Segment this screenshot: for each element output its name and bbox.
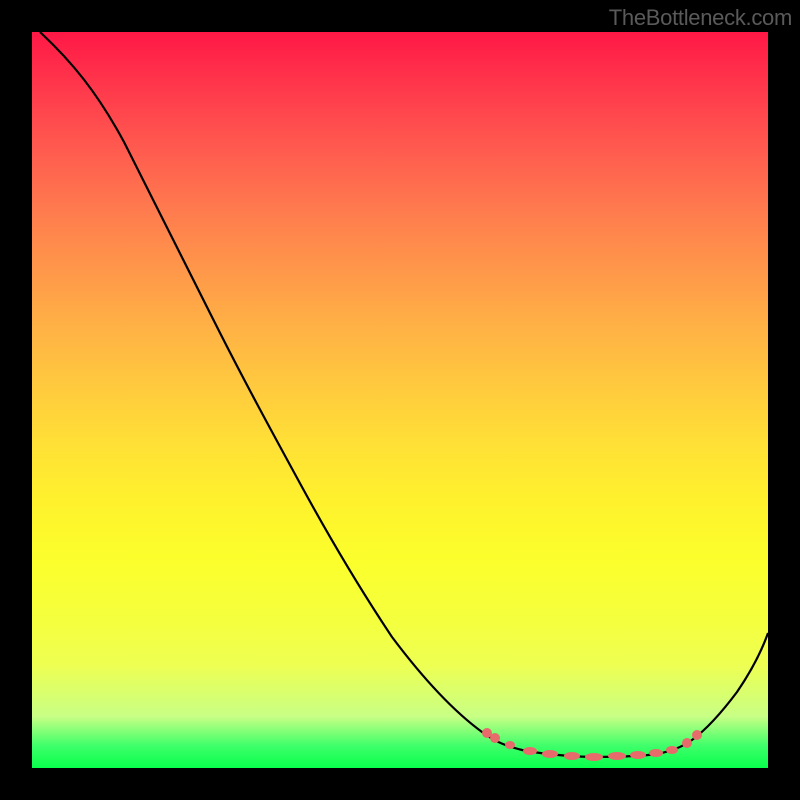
gradient-plot-area xyxy=(32,32,768,768)
watermark-text: TheBottleneck.com xyxy=(609,5,792,31)
